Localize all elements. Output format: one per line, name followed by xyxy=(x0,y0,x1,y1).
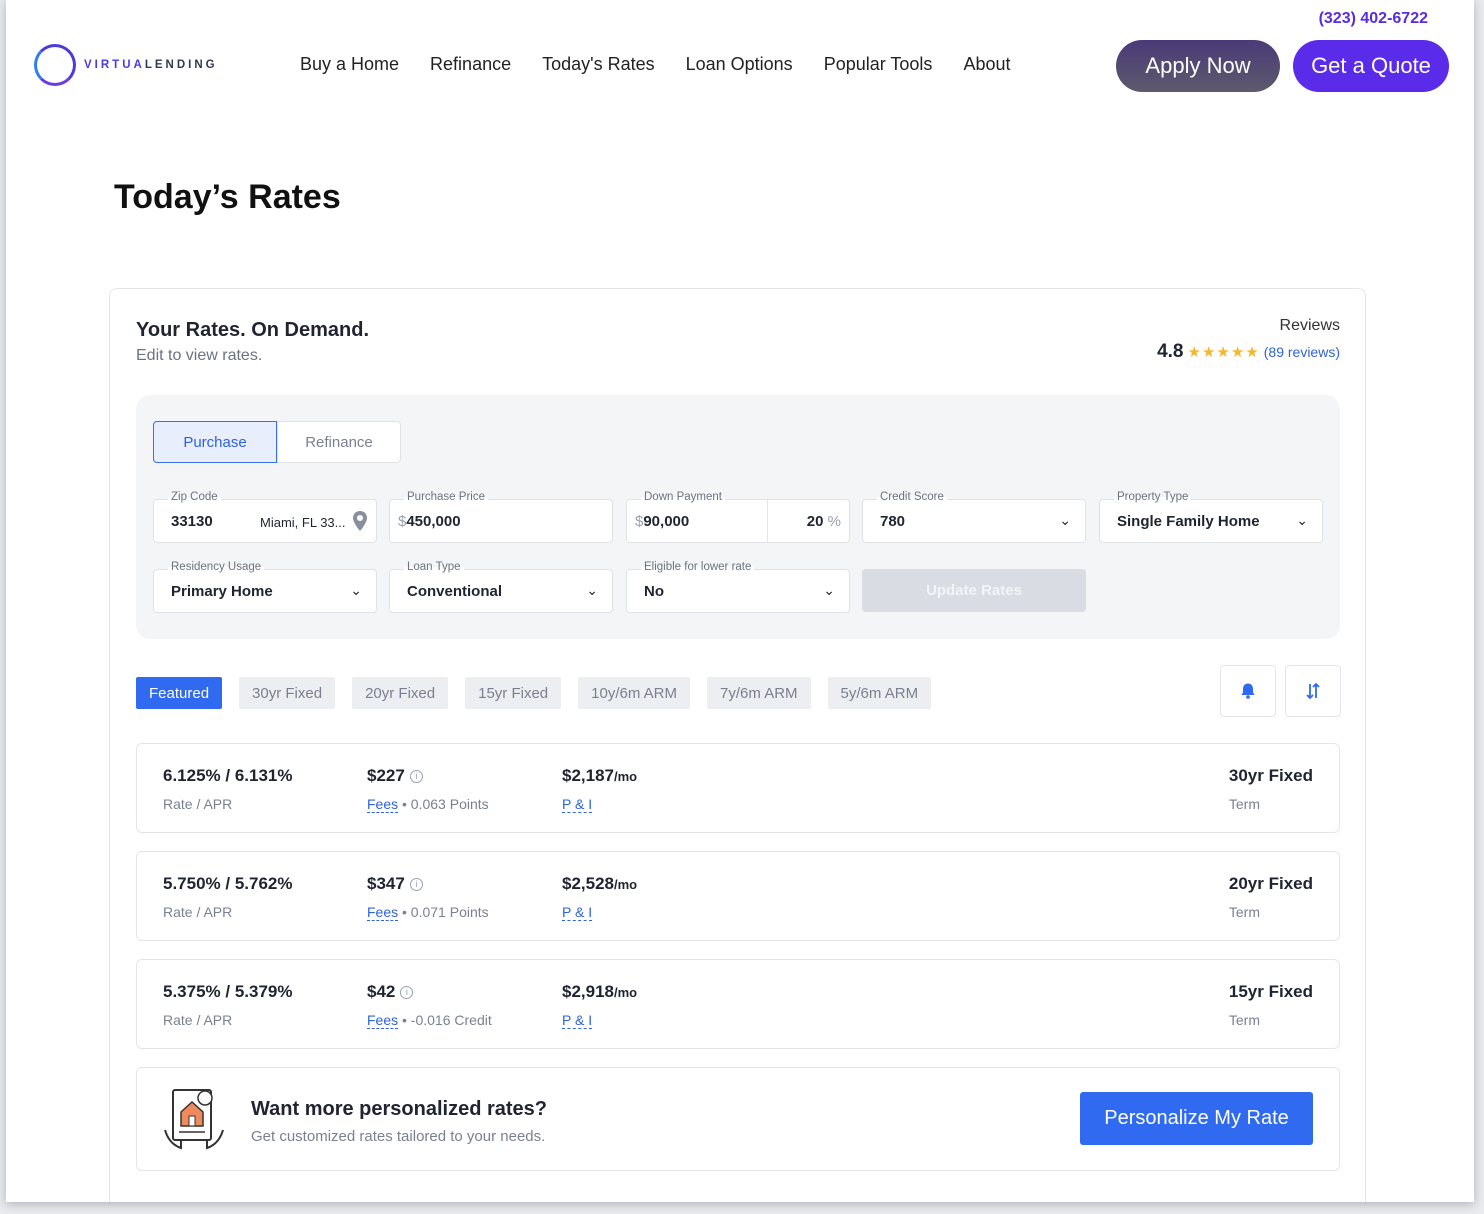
tab-10y-arm[interactable]: 10y/6m ARM xyxy=(578,677,691,709)
rate-row[interactable]: 5.375% / 5.379% Rate / APR $42 i Fees • -… xyxy=(136,959,1340,1049)
zip-city: Miami, FL 33... xyxy=(260,515,346,530)
points-text: • -0.016 Credit xyxy=(402,1012,492,1028)
bell-icon xyxy=(1241,683,1255,699)
rate-apr-label: Rate / APR xyxy=(163,796,233,812)
property-type-select[interactable]: Property Type Single Family Home ⌄ xyxy=(1099,491,1323,543)
pi-link[interactable]: P & I xyxy=(562,904,593,921)
tab-20yr-fixed[interactable]: 20yr Fixed xyxy=(352,677,449,709)
chevron-down-icon: ⌄ xyxy=(1296,512,1308,528)
down-payment-value: 90,000 xyxy=(643,513,690,530)
term-label: Term xyxy=(1228,904,1261,920)
down-payment-field[interactable]: Down Payment $90,000 20 % xyxy=(626,491,850,543)
sort-icon xyxy=(1306,682,1320,700)
term-label: Term xyxy=(1228,1012,1261,1028)
tab-30yr-fixed[interactable]: 30yr Fixed xyxy=(239,677,336,709)
document-house-icon xyxy=(164,1089,224,1150)
fees-link[interactable]: Fees xyxy=(367,1012,399,1029)
chevron-down-icon: ⌄ xyxy=(1059,512,1071,528)
divider xyxy=(767,500,768,542)
rate-apr-label: Rate / APR xyxy=(163,904,233,920)
points-text: • 0.071 Points xyxy=(402,904,489,920)
pi-link[interactable]: P & I xyxy=(562,1012,593,1029)
term-label: Term xyxy=(1228,796,1261,812)
purchase-price-field[interactable]: Purchase Price $450,000 xyxy=(389,491,613,543)
rates-card: Your Rates. On Demand. Edit to view rate… xyxy=(109,288,1366,1202)
zip-code-value: 33130 xyxy=(171,513,213,530)
loan-type-select[interactable]: Loan Type Conventional ⌄ xyxy=(389,561,613,613)
chevron-down-icon: ⌄ xyxy=(823,582,835,598)
chevron-down-icon: ⌄ xyxy=(350,582,362,598)
term-value: 20yr Fixed xyxy=(1228,874,1313,893)
tab-5y-arm[interactable]: 5y/6m ARM xyxy=(827,677,932,709)
location-pin-icon xyxy=(353,511,367,531)
reviews-link[interactable]: (89 reviews) xyxy=(1264,344,1340,360)
reviews-label: Reviews xyxy=(1279,317,1340,334)
points-text: • 0.063 Points xyxy=(402,796,489,812)
card-title: Your Rates. On Demand. xyxy=(136,319,370,341)
fee-amount: $227 xyxy=(367,766,405,785)
rate-alert-button[interactable] xyxy=(1220,665,1276,717)
term-value: 15yr Fixed xyxy=(1228,982,1313,1001)
purchase-tab[interactable]: Purchase xyxy=(153,421,277,463)
logo-text: VIRTUALENDING xyxy=(84,59,218,71)
fees-link[interactable]: Fees xyxy=(367,796,399,813)
browser-page: (323) 402-6722 VIRTUALENDING Buy a Home … xyxy=(6,0,1474,1202)
nav-loan-options[interactable]: Loan Options xyxy=(686,54,793,75)
purchase-price-value: 450,000 xyxy=(406,513,461,530)
main-nav: Buy a Home Refinance Today's Rates Loan … xyxy=(300,54,1010,75)
card-subtitle: Edit to view rates. xyxy=(136,347,263,364)
nav-about[interactable]: About xyxy=(963,54,1010,75)
rate-apr: 5.750% / 5.762% xyxy=(163,874,293,893)
tab-7y-arm[interactable]: 7y/6m ARM xyxy=(707,677,811,709)
monthly-payment: $2,187 xyxy=(562,766,614,785)
loan-purpose-toggle: Purchase Refinance xyxy=(153,421,401,463)
monthly-payment: $2,918 xyxy=(562,982,614,1001)
personalize-banner: Want more personalized rates? Get custom… xyxy=(136,1067,1340,1171)
get-a-quote-button[interactable]: Get a Quote xyxy=(1293,40,1449,92)
logo[interactable]: VIRTUALENDING xyxy=(34,44,218,86)
tab-featured[interactable]: Featured xyxy=(136,677,223,709)
update-rates-button[interactable]: Update Rates xyxy=(862,569,1086,612)
term-tabs: Featured 30yr Fixed 20yr Fixed 15yr Fixe… xyxy=(136,677,932,709)
star-rating-icon: ★★★★★ xyxy=(1187,344,1260,361)
info-icon[interactable]: i xyxy=(400,985,414,999)
fee-amount: $347 xyxy=(367,874,405,893)
chevron-down-icon: ⌄ xyxy=(586,582,598,598)
personalize-subtitle: Get customized rates tailored to your ne… xyxy=(251,1128,546,1145)
rate-apr: 5.375% / 5.379% xyxy=(163,982,293,1001)
rate-row[interactable]: 6.125% / 6.131% Rate / APR $227 i Fees • … xyxy=(136,743,1340,833)
info-icon[interactable]: i xyxy=(409,877,423,891)
down-payment-percent[interactable]: 20 % xyxy=(807,513,841,530)
rate-form: Purchase Refinance Zip Code 33130 Miami,… xyxy=(136,395,1340,639)
logo-ring-icon xyxy=(34,44,76,86)
monthly-payment: $2,528 xyxy=(562,874,614,893)
fees-link[interactable]: Fees xyxy=(367,904,399,921)
personalize-my-rate-button[interactable]: Personalize My Rate xyxy=(1080,1092,1313,1145)
nav-refinance[interactable]: Refinance xyxy=(430,54,511,75)
rate-row[interactable]: 5.750% / 5.762% Rate / APR $347 i Fees • … xyxy=(136,851,1340,941)
zip-code-field[interactable]: Zip Code 33130 Miami, FL 33... xyxy=(153,491,377,543)
rating-value: 4.8 xyxy=(1157,341,1184,362)
residency-usage-select[interactable]: Residency Usage Primary Home ⌄ xyxy=(153,561,377,613)
tab-15yr-fixed[interactable]: 15yr Fixed xyxy=(465,677,562,709)
pi-link[interactable]: P & I xyxy=(562,796,593,813)
reviews: Reviews 4.8 ★★★★★ (89 reviews) xyxy=(1157,317,1340,363)
sort-button[interactable] xyxy=(1285,665,1341,717)
credit-score-select[interactable]: Credit Score 780 ⌄ xyxy=(862,491,1086,543)
nav-popular-tools[interactable]: Popular Tools xyxy=(824,54,933,75)
term-value: 30yr Fixed xyxy=(1228,766,1313,785)
personalize-title: Want more personalized rates? xyxy=(251,1098,547,1120)
nav-todays-rates[interactable]: Today's Rates xyxy=(542,54,655,75)
eligible-lower-rate-select[interactable]: Eligible for lower rate No ⌄ xyxy=(626,561,850,613)
info-icon[interactable]: i xyxy=(409,769,423,783)
rate-apr-label: Rate / APR xyxy=(163,1012,233,1028)
rate-apr: 6.125% / 6.131% xyxy=(163,766,293,785)
phone-number[interactable]: (323) 402-6722 xyxy=(1319,10,1428,28)
apply-now-button[interactable]: Apply Now xyxy=(1116,40,1280,92)
refinance-tab[interactable]: Refinance xyxy=(277,421,401,463)
fee-amount: $42 xyxy=(367,982,396,1001)
page-title: Today’s Rates xyxy=(114,178,341,216)
nav-buy-a-home[interactable]: Buy a Home xyxy=(300,54,399,75)
